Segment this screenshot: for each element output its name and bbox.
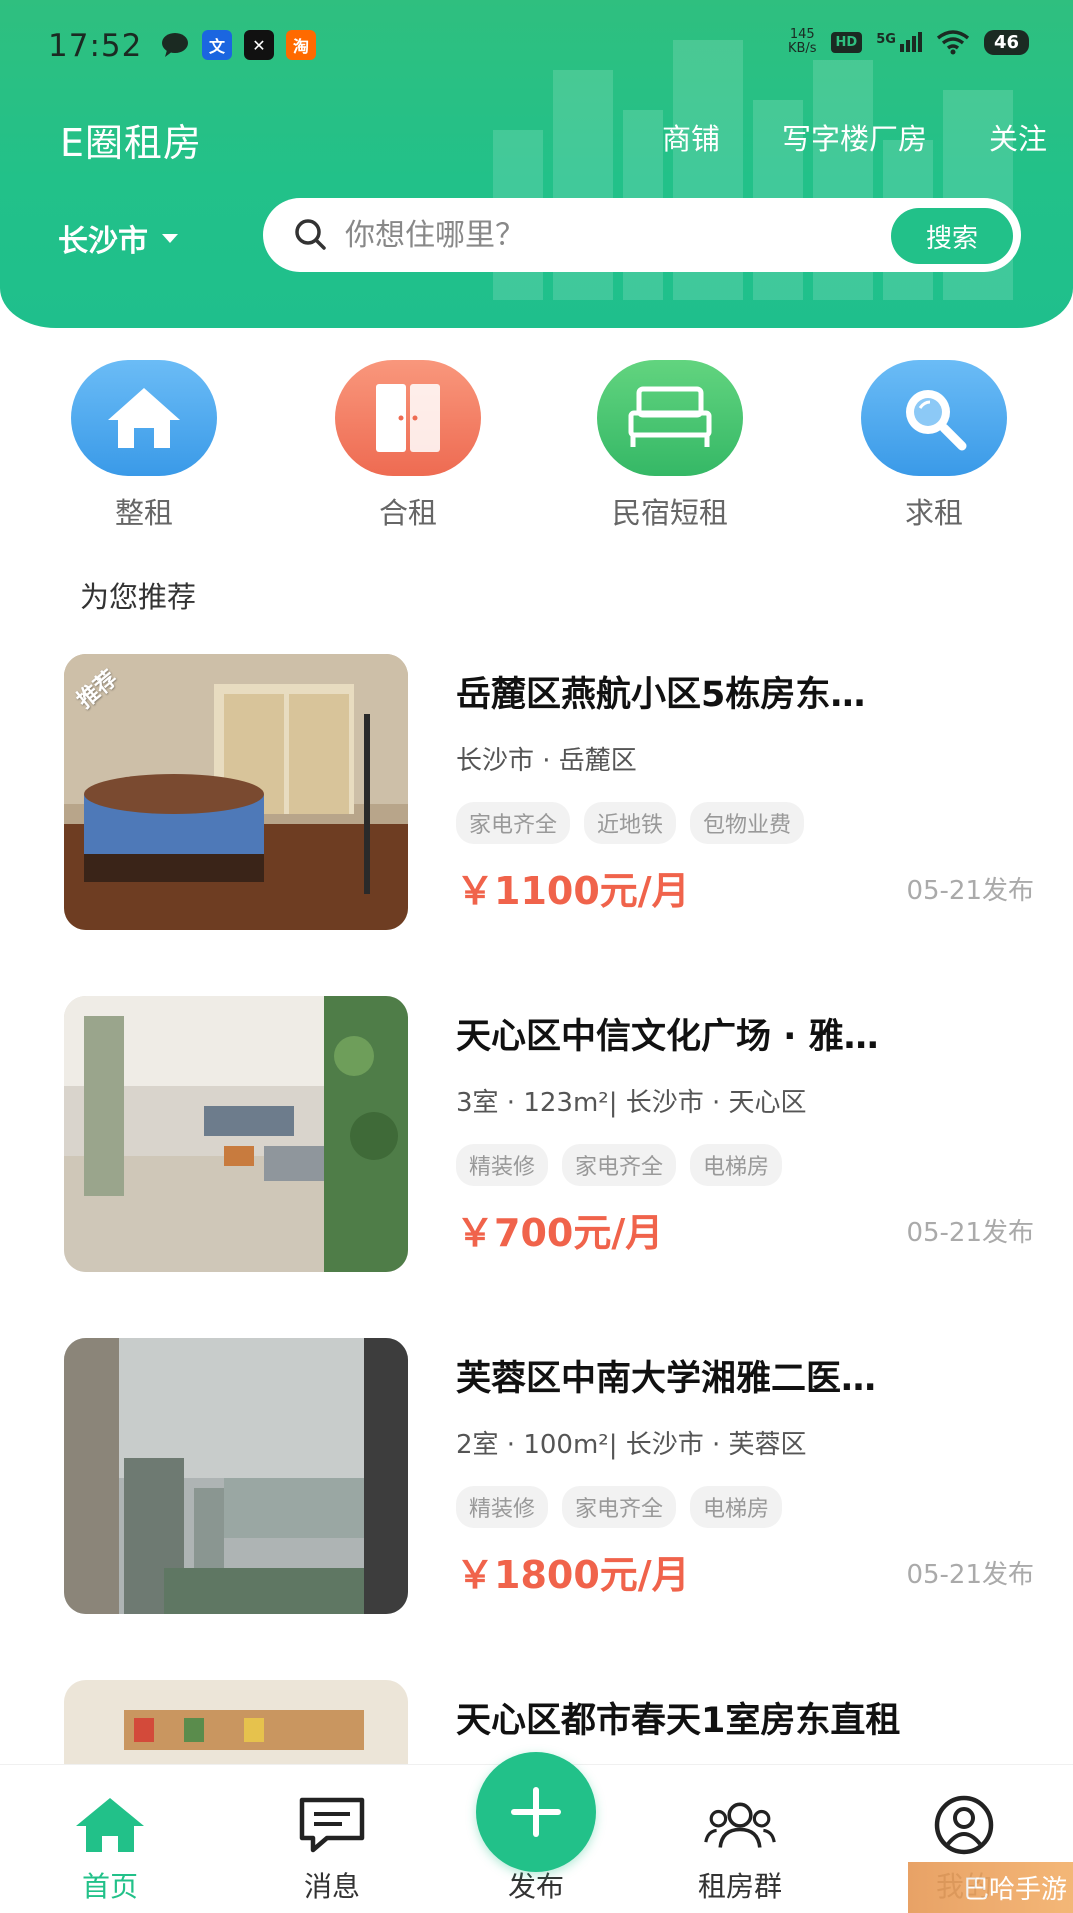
tab-label: 租房群 [697, 1870, 782, 1903]
category-label: 整租 [114, 496, 173, 530]
plus-icon [511, 1787, 561, 1837]
listing-photo[interactable] [64, 996, 408, 1272]
tab-label: 首页 [81, 1870, 138, 1903]
search-input[interactable] [345, 217, 865, 253]
top-nav: 商铺 写字楼厂房 关注 [662, 116, 1047, 158]
house-icon [71, 360, 217, 476]
listing-price: ￥1100元/月 [456, 869, 690, 913]
header: 17:52 文 ✕ 淘 145 KB/s HD 5G 46 E圈租房 商铺 写字… [0, 0, 1073, 328]
notification-icons: 文 ✕ 淘 [160, 30, 316, 60]
listing-item[interactable]: 天心区中信文化广场 · 雅… 3室 · 123m²| 长沙市 · 天心区 精装修… [64, 996, 1034, 1272]
listing-title[interactable]: 天心区中信文化广场 · 雅… [456, 1008, 1016, 1059]
message-icon [296, 1795, 368, 1855]
search-button[interactable]: 搜索 [891, 208, 1013, 264]
city-view-photo [64, 1338, 408, 1614]
taobao-app-icon: 淘 [286, 30, 316, 60]
status-time: 17:52 [48, 28, 143, 64]
signal-label: 5G [876, 32, 896, 47]
tab-messages[interactable]: 消息 [252, 1765, 412, 1913]
tag: 家电齐全 [562, 1144, 677, 1186]
city-label: 长沙市 [58, 224, 148, 259]
translate-app-icon: 文 [202, 30, 232, 60]
listing-tags: 精装修 家电齐全 电梯房 [456, 1486, 783, 1528]
search-bar: 搜索 [263, 198, 1021, 272]
listing-subtitle: 2室 · 100m²| 长沙市 · 芙蓉区 [456, 1430, 807, 1460]
category-seeking-rent[interactable]: 求租 [834, 360, 1034, 532]
tag: 电梯房 [690, 1144, 783, 1186]
tab-rental-groups[interactable]: 租房群 [660, 1765, 820, 1913]
hd-badge: HD [830, 31, 863, 53]
status-right: 145 KB/s HD 5G 46 [788, 28, 1029, 56]
living-room-photo [64, 996, 408, 1272]
category-whole-rent[interactable]: 整租 [44, 360, 244, 532]
listing-date: 05-21发布 [906, 876, 1034, 906]
chat-bubble-icon [160, 30, 190, 60]
listing-title[interactable]: 芙蓉区中南大学湘雅二医… [456, 1350, 1016, 1401]
bed-icon [597, 360, 743, 476]
magnifier-icon [861, 360, 1007, 476]
listing-item[interactable]: 天心区都市春天1室房东直租 [64, 1680, 1034, 1764]
listing-item[interactable]: 芙蓉区中南大学湘雅二医… 2室 · 100m²| 长沙市 · 芙蓉区 精装修 家… [64, 1338, 1034, 1614]
listing-price: ￥700元/月 [456, 1211, 664, 1255]
bedroom-photo [64, 654, 408, 930]
tag: 包物业费 [690, 802, 805, 844]
listing-tags: 精装修 家电齐全 电梯房 [456, 1144, 783, 1186]
room-photo [64, 1680, 408, 1764]
publish-button[interactable] [476, 1752, 596, 1872]
category-label: 民宿短租 [611, 496, 728, 530]
tag: 精装修 [456, 1486, 549, 1528]
tag: 家电齐全 [562, 1486, 677, 1528]
x-app-icon: ✕ [244, 30, 274, 60]
signal-icon: 5G [876, 32, 922, 52]
nav-office-factory[interactable]: 写字楼厂房 [782, 116, 927, 158]
listing-date: 05-21发布 [906, 1560, 1034, 1590]
category-shared-rent[interactable]: 合租 [308, 360, 508, 532]
nav-follow[interactable]: 关注 [989, 116, 1047, 158]
home-icon [74, 1795, 146, 1855]
battery-indicator: 46 [983, 29, 1029, 55]
category-homestay[interactable]: 民宿短租 [570, 360, 770, 532]
net-speed: 145 KB/s [787, 27, 817, 56]
listing-date: 05-21发布 [906, 1218, 1034, 1248]
watermark: 巴哈手游 [908, 1862, 1073, 1913]
profile-icon [928, 1795, 1000, 1855]
listing-item[interactable]: 推荐 岳麓区燕航小区5栋房东… 长沙市 · 岳麓区 家电齐全 近地铁 包物业费 … [64, 654, 1034, 930]
category-label: 求租 [904, 496, 963, 530]
listing-price: ￥1800元/月 [456, 1553, 690, 1597]
listing-title[interactable]: 岳麓区燕航小区5栋房东… [456, 666, 1016, 717]
tag: 家电齐全 [456, 802, 571, 844]
listing-photo[interactable] [64, 1680, 408, 1764]
tag: 精装修 [456, 1144, 549, 1186]
status-bar: 17:52 文 ✕ 淘 145 KB/s HD 5G 46 [0, 0, 1073, 90]
listing-photo[interactable] [64, 1338, 408, 1614]
category-row: 整租 合租 民宿短租 求租 [0, 360, 1073, 530]
listing-subtitle: 3室 · 123m²| 长沙市 · 天心区 [456, 1088, 807, 1118]
group-icon [704, 1795, 776, 1855]
listing-photo[interactable]: 推荐 [64, 654, 408, 930]
chevron-down-icon [162, 233, 178, 243]
listing-tags: 家电齐全 近地铁 包物业费 [456, 802, 805, 844]
nav-shops[interactable]: 商铺 [662, 116, 720, 158]
door-icon [335, 360, 481, 476]
city-selector[interactable]: 长沙市 [58, 216, 178, 260]
tab-home[interactable]: 首页 [30, 1765, 190, 1913]
tag: 电梯房 [690, 1486, 783, 1528]
search-icon [295, 219, 326, 250]
app-title: E圈租房 [60, 121, 203, 165]
listing-title[interactable]: 天心区都市春天1室房东直租 [456, 1692, 1016, 1743]
wifi-icon [936, 30, 970, 55]
category-label: 合租 [378, 496, 437, 530]
tag: 近地铁 [584, 802, 677, 844]
listing-subtitle: 长沙市 · 岳麓区 [456, 746, 637, 776]
tab-label: 消息 [303, 1870, 360, 1903]
section-title: 为您推荐 [80, 580, 197, 614]
